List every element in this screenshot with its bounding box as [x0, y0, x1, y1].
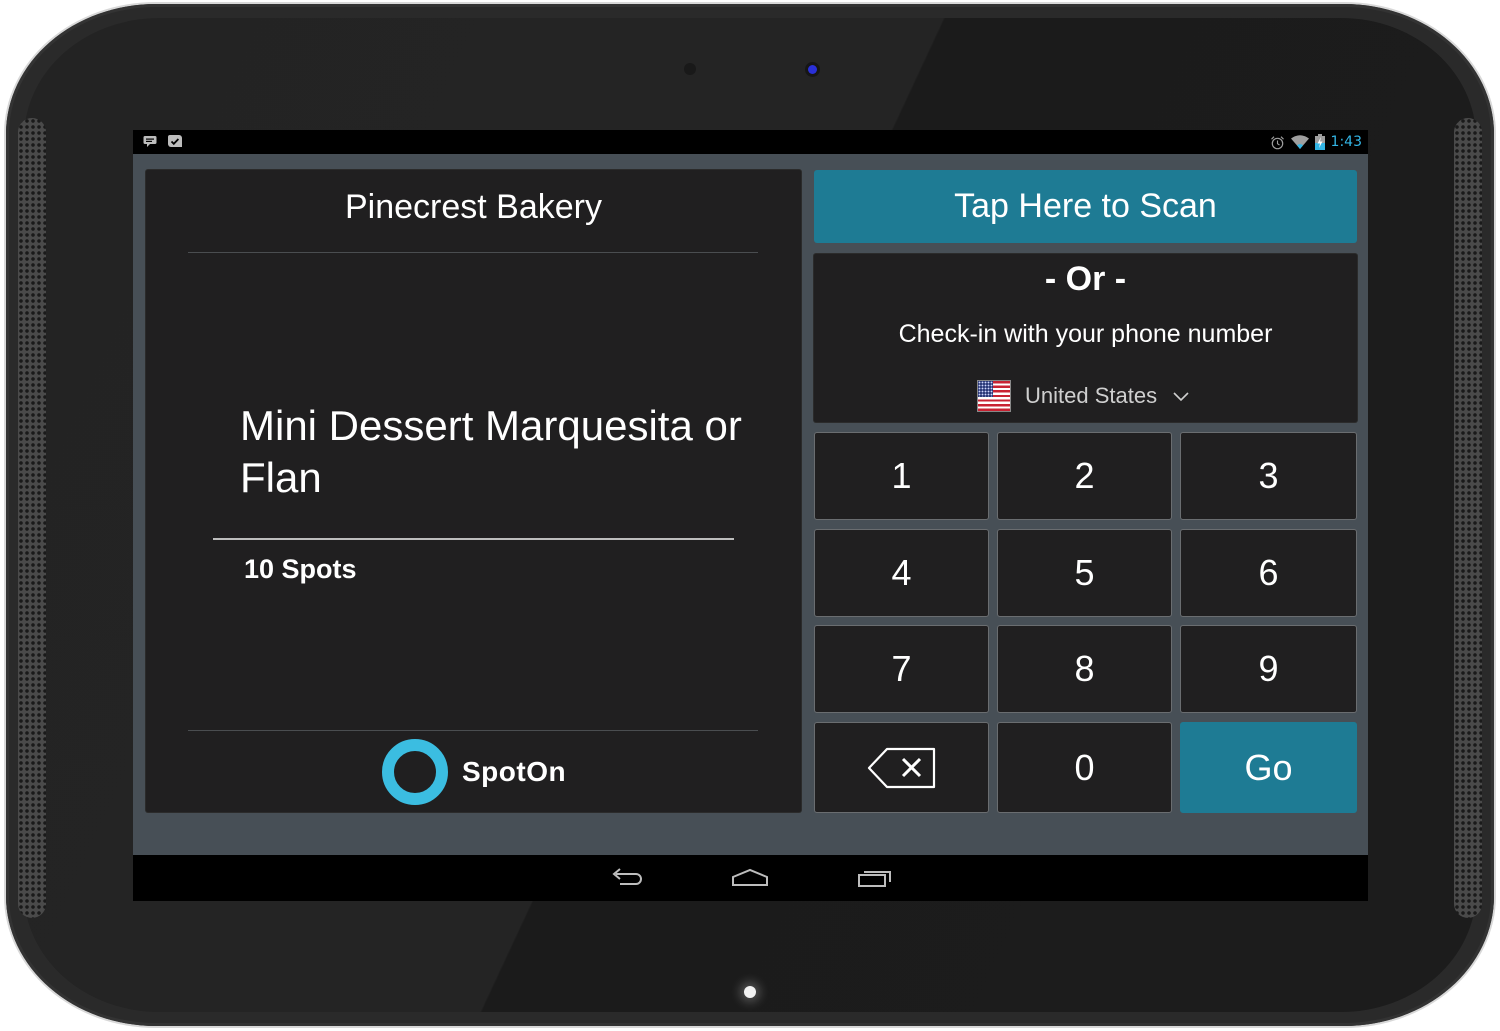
front-camera [684, 63, 696, 75]
key-6[interactable]: 6 [1180, 529, 1357, 617]
speaker-grille-right [1454, 118, 1482, 918]
numeric-keypad: 1 2 3 4 5 6 7 8 9 0 Go [814, 432, 1357, 814]
divider-bottom [188, 730, 758, 731]
backspace-button[interactable] [814, 722, 989, 813]
home-icon[interactable] [730, 865, 770, 891]
screen: 1:43 Pinecrest Bakery Mini Dessert Marqu… [133, 130, 1368, 901]
spoton-ring-logo-icon [382, 739, 448, 805]
phone-checkin-box: - Or - Check-in with your phone number U… [814, 254, 1357, 422]
brand-name: SpotOn [462, 756, 567, 787]
android-nav-bar [133, 855, 1368, 901]
checkin-instructions: Check-in with your phone number [898, 320, 1273, 348]
key-1[interactable]: 1 [814, 432, 989, 520]
recent-apps-icon[interactable] [855, 865, 895, 891]
battery-charging-icon [1314, 134, 1325, 150]
key-9[interactable]: 9 [1180, 625, 1357, 713]
reward-panel: Pinecrest Bakery Mini Dessert Marquesita… [146, 170, 801, 812]
status-bar: 1:43 [133, 130, 1368, 154]
chevron-down-icon [1173, 392, 1189, 402]
chat-notification-icon [143, 136, 157, 147]
light-sensor [808, 65, 817, 74]
key-4[interactable]: 4 [814, 529, 989, 617]
speaker-grille-left [18, 118, 46, 918]
clock-time: 1:43 [1330, 134, 1362, 150]
alarm-icon [1270, 135, 1284, 149]
merchant-name: Pinecrest Bakery [345, 188, 602, 226]
us-flag-icon [977, 380, 1011, 412]
country-selector[interactable]: United States [977, 378, 1191, 414]
reward-title: Mini Dessert Marquesita or Flan [240, 402, 742, 501]
key-3[interactable]: 3 [1180, 432, 1357, 520]
key-0[interactable]: 0 [997, 722, 1172, 813]
key-2[interactable]: 2 [997, 432, 1172, 520]
key-5[interactable]: 5 [997, 529, 1172, 617]
backspace-icon [867, 747, 935, 788]
checkin-app: Pinecrest Bakery Mini Dessert Marquesita… [133, 154, 1368, 855]
status-bar-right: 1:43 [1270, 133, 1362, 151]
task-check-notification-icon [168, 135, 182, 147]
key-7[interactable]: 7 [814, 625, 989, 713]
divider-reward [213, 538, 734, 540]
country-name: United States [1025, 383, 1158, 408]
key-8[interactable]: 8 [997, 625, 1172, 713]
back-icon[interactable] [607, 865, 647, 891]
go-button[interactable]: Go [1180, 722, 1357, 813]
notification-led [744, 986, 756, 998]
tap-to-scan-button[interactable]: Tap Here to Scan [814, 170, 1357, 243]
reward-points: 10 Spots [244, 554, 357, 584]
divider-top [188, 252, 758, 253]
or-separator: - Or - [1044, 260, 1127, 298]
brand-logo-lockup: SpotOn [382, 738, 566, 806]
wifi-icon [1290, 135, 1309, 149]
